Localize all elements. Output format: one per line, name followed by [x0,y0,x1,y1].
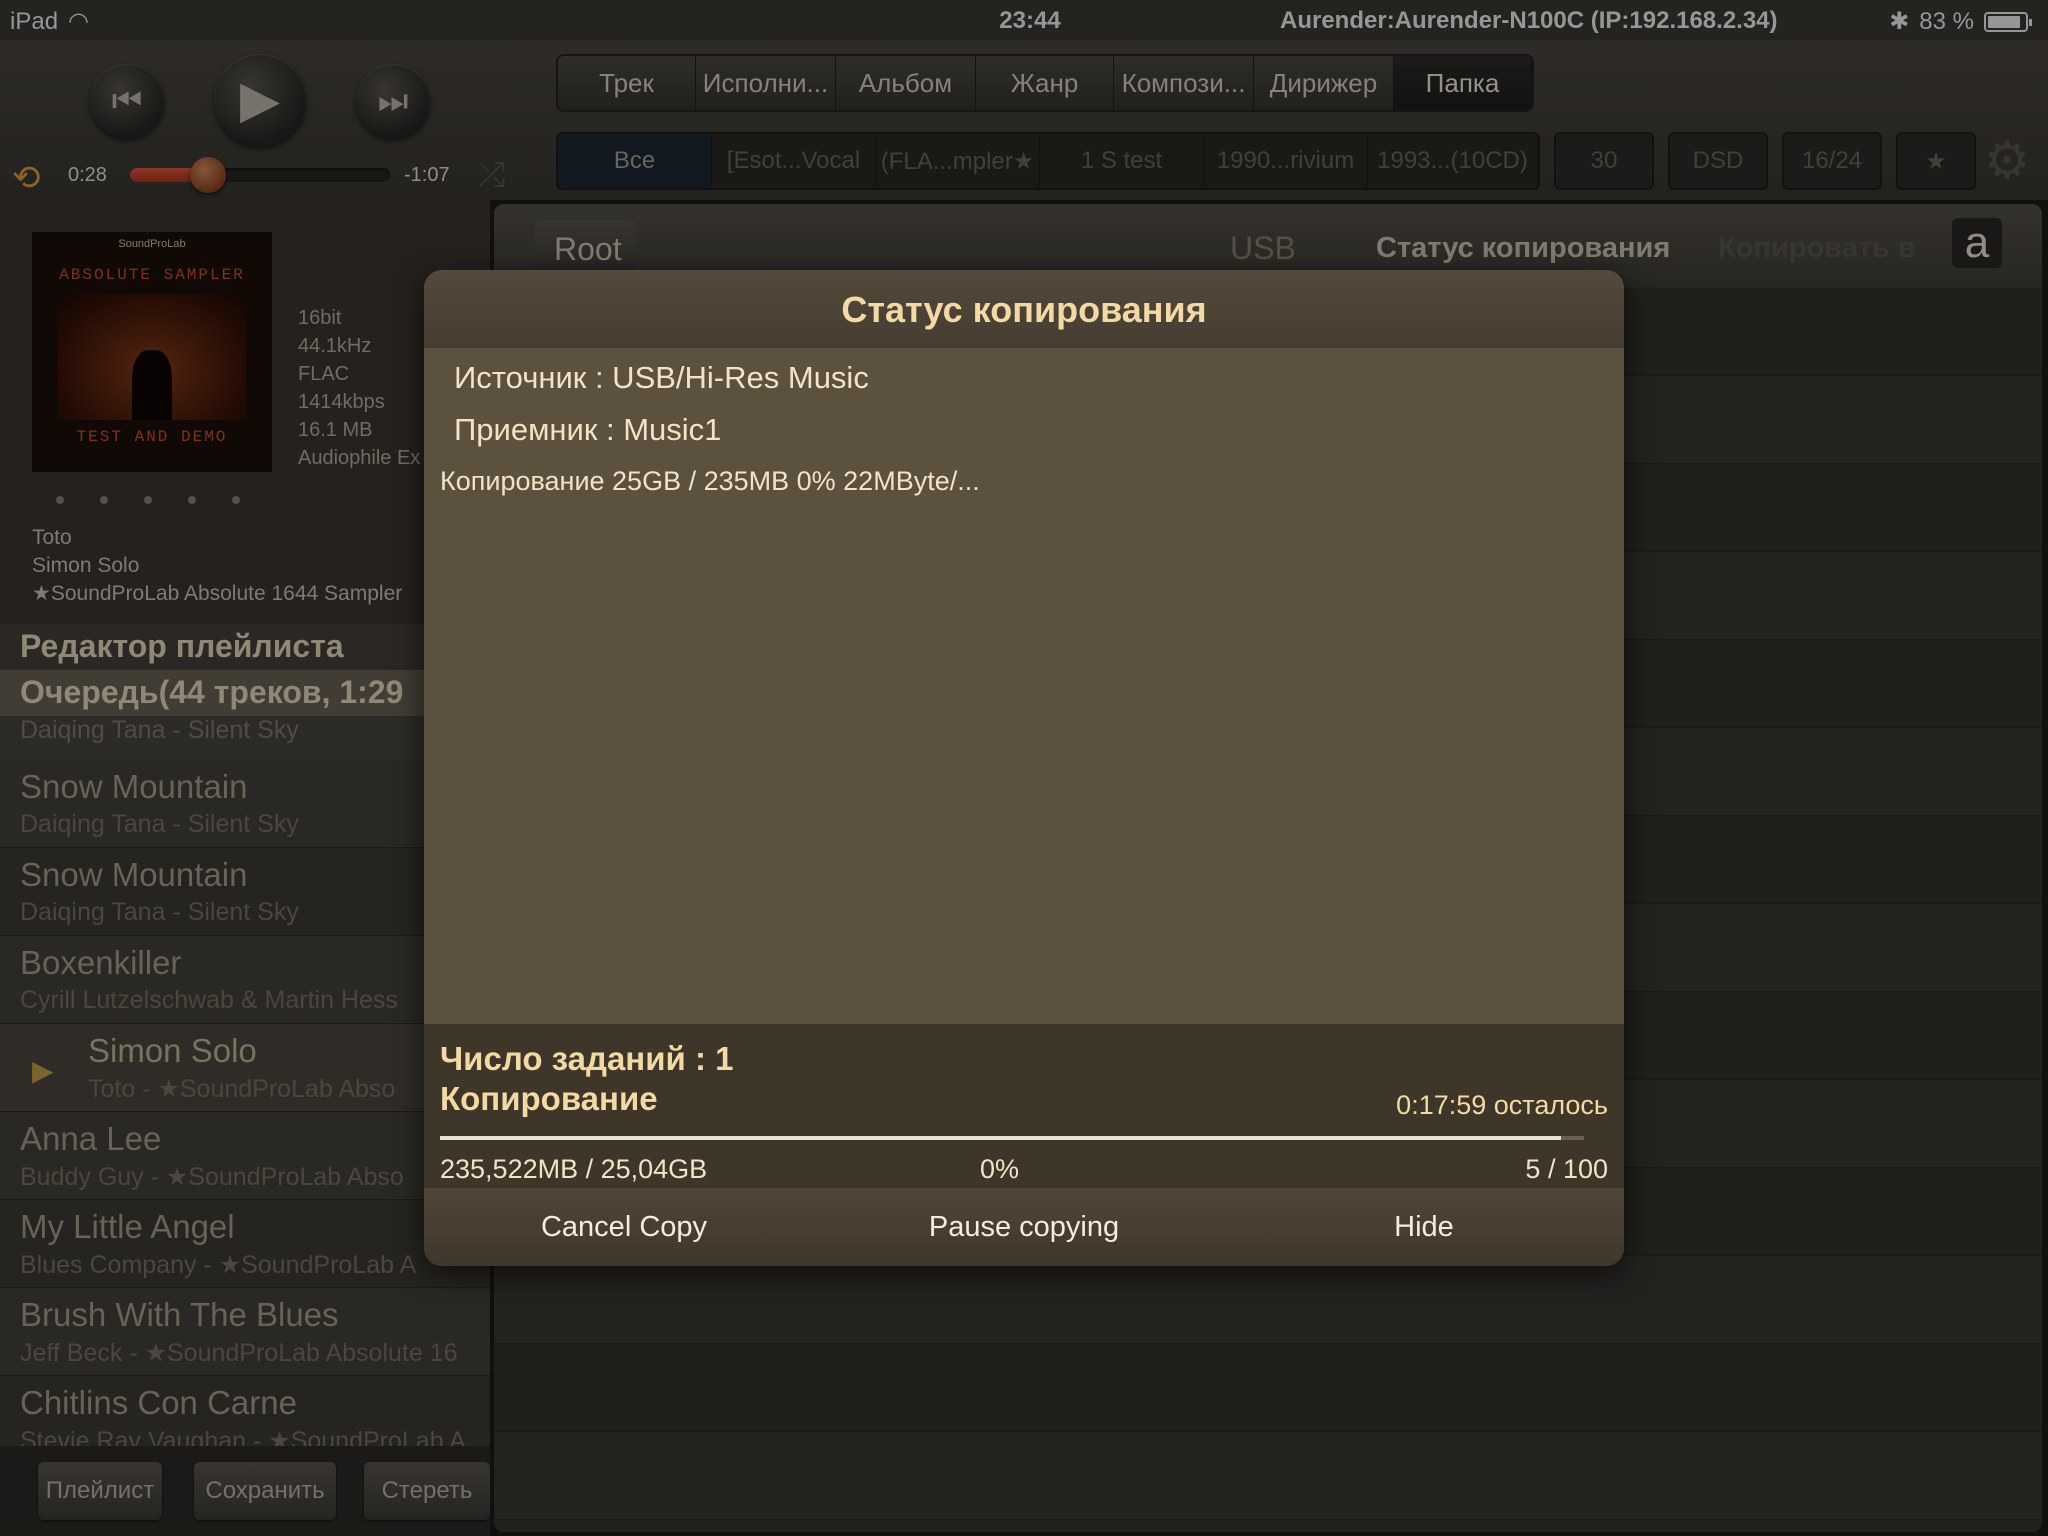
copy-progress-bar [440,1136,1584,1140]
copied-size: 235,522MB / 25,04GB [440,1154,708,1184]
hide-button[interactable]: Hide [1224,1188,1624,1266]
dialog-actions: Cancel Copy Pause copying Hide [424,1188,1624,1266]
copy-source: Источник : USB/Hi-Res Music [454,360,869,395]
copy-progress-line: Копирование 25GB / 235MB 0% 22MByte/... [440,466,980,496]
copy-progress-fill [440,1136,1562,1140]
copied-percent: 0% [980,1154,1020,1184]
dialog-status-footer: Число заданий : 1 Копирование 0:17:59 ос… [424,1024,1624,1188]
copy-destination: Приемник : Music1 [454,412,722,447]
time-remaining: 0:17:59 осталось [1396,1090,1608,1120]
copied-files: 5 / 100 [1525,1154,1608,1184]
job-state: Копирование [440,1080,658,1117]
cancel-copy-button[interactable]: Cancel Copy [424,1188,824,1266]
jobs-count: Число заданий : 1 [440,1040,734,1077]
pause-copying-button[interactable]: Pause copying [824,1188,1224,1266]
copy-status-dialog: Статус копирования Источник : USB/Hi-Res… [424,270,1624,1266]
dialog-title: Статус копирования [424,270,1624,348]
dialog-body: Источник : USB/Hi-Res Music Приемник : M… [424,348,1624,1024]
